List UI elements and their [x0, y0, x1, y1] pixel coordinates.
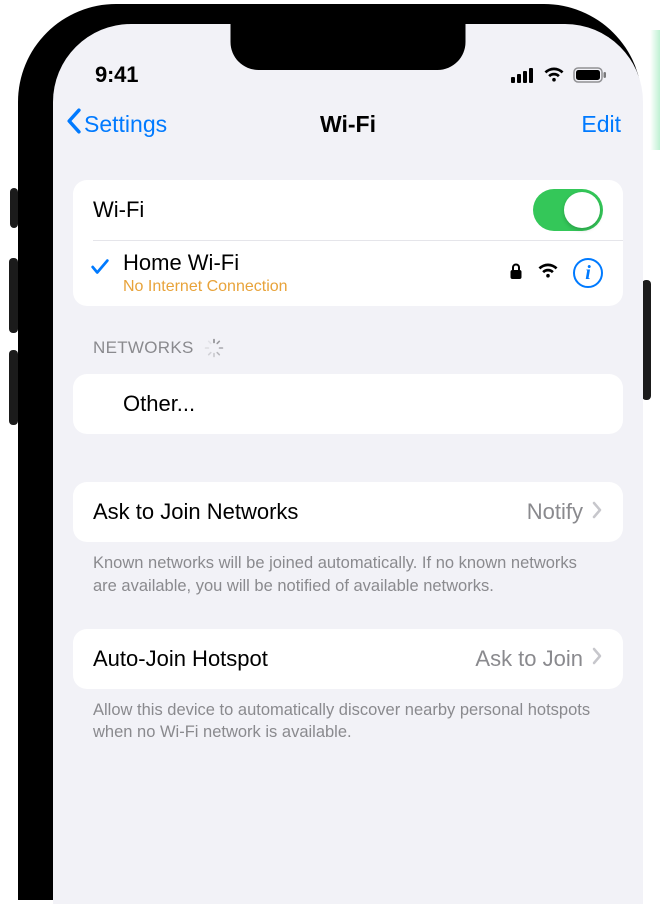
volume-down-button	[9, 350, 18, 425]
spinner-icon	[204, 338, 224, 358]
network-subtitle: No Internet Connection	[123, 278, 288, 296]
status-icons	[511, 67, 607, 88]
hotspot-footer: Allow this device to automatically disco…	[73, 689, 623, 744]
wifi-signal-icon	[537, 263, 559, 284]
other-label: Other...	[123, 391, 195, 417]
edit-button[interactable]: Edit	[581, 111, 621, 138]
ask-join-label: Ask to Join Networks	[93, 499, 298, 525]
hotspot-label: Auto-Join Hotspot	[93, 646, 268, 672]
page-title: Wi-Fi	[320, 111, 376, 138]
nav-bar: Settings Wi-Fi Edit	[53, 94, 643, 152]
other-network-row[interactable]: Other...	[73, 374, 623, 434]
connected-network-row[interactable]: Home Wi-Fi No Internet Connection i	[73, 240, 623, 306]
ask-join-group: Ask to Join Networks Notify	[73, 482, 623, 542]
ask-join-footer: Known networks will be joined automatica…	[73, 542, 623, 597]
hotspot-value: Ask to Join	[475, 646, 583, 672]
wifi-toggle-row[interactable]: Wi-Fi	[73, 180, 623, 240]
hotspot-group: Auto-Join Hotspot Ask to Join	[73, 629, 623, 689]
volume-up-button	[9, 258, 18, 333]
chevron-right-icon	[591, 647, 603, 670]
status-time: 9:41	[95, 62, 138, 88]
ask-join-row[interactable]: Ask to Join Networks Notify	[73, 482, 623, 542]
checkmark-icon	[89, 256, 111, 283]
network-name: Home Wi-Fi	[123, 250, 288, 276]
device-bezel: 9:41 Set	[18, 4, 642, 900]
chevron-right-icon	[591, 501, 603, 524]
networks-header: NETWORKS	[73, 306, 623, 364]
cellular-icon	[511, 67, 535, 88]
power-button	[642, 280, 651, 400]
info-icon[interactable]: i	[573, 258, 603, 288]
wifi-toggle-group: Wi-Fi Home Wi-Fi No Internet Connection	[73, 180, 623, 306]
notch	[231, 24, 466, 70]
phone-mockup: 9:41 Set	[0, 0, 660, 900]
chevron-left-icon	[65, 108, 82, 140]
back-button[interactable]: Settings	[65, 108, 167, 140]
lock-icon	[509, 262, 523, 285]
screen: 9:41 Set	[53, 24, 643, 904]
wifi-toggle-label: Wi-Fi	[93, 197, 144, 223]
silent-switch	[10, 188, 18, 228]
battery-icon	[573, 67, 607, 88]
wifi-icon	[543, 67, 565, 88]
wifi-toggle[interactable]	[533, 189, 603, 231]
networks-group: Other...	[73, 374, 623, 434]
back-label: Settings	[84, 111, 167, 138]
networks-header-label: NETWORKS	[93, 338, 194, 358]
hotspot-row[interactable]: Auto-Join Hotspot Ask to Join	[73, 629, 623, 689]
ask-join-value: Notify	[527, 499, 583, 525]
